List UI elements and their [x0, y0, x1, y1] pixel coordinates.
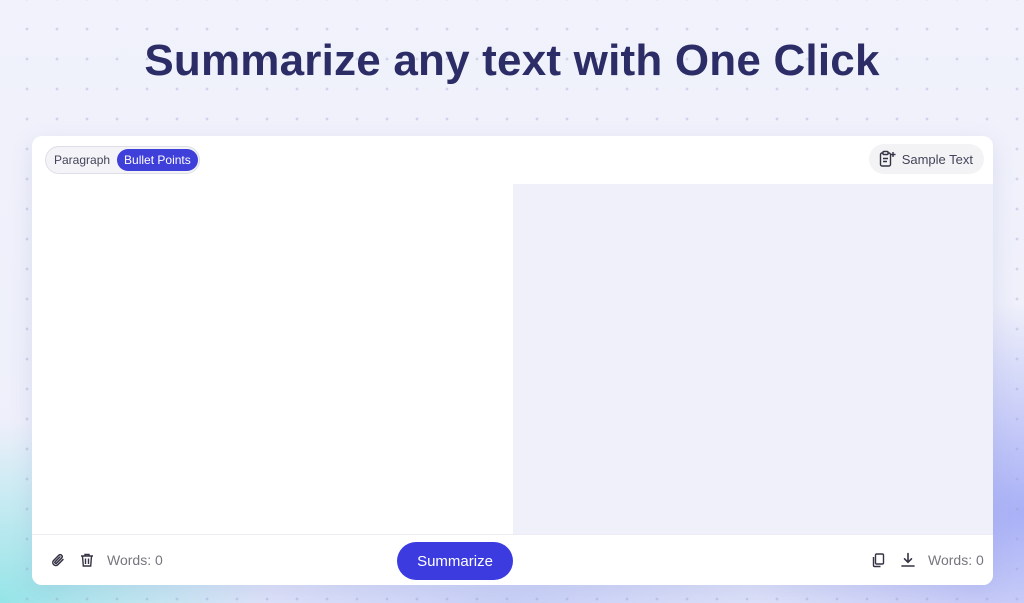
input-text-area[interactable] [32, 184, 513, 534]
copy-icon[interactable] [869, 551, 887, 569]
summarizer-card: Paragraph Bullet Points Sample Text Word… [32, 136, 993, 585]
input-word-count: Words: 0 [107, 552, 163, 568]
mode-option-paragraph[interactable]: Paragraph [47, 149, 117, 171]
output-summary-area [513, 184, 993, 534]
trash-icon[interactable] [78, 551, 96, 569]
mode-toggle: Paragraph Bullet Points [45, 146, 200, 174]
sample-text-button[interactable]: Sample Text [868, 144, 984, 174]
page-title: Summarize any text with One Click [144, 36, 880, 85]
paperclip-icon[interactable] [49, 551, 67, 569]
mode-option-bullet-points[interactable]: Bullet Points [117, 149, 198, 171]
bottom-toolbar: Words: 0 Summarize Words: 0 [32, 534, 993, 585]
sample-text-label: Sample Text [901, 151, 973, 167]
summarize-button[interactable]: Summarize [397, 542, 513, 580]
output-word-count: Words: 0 [928, 552, 984, 568]
download-icon[interactable] [899, 551, 917, 569]
clipboard-plus-icon [878, 150, 896, 168]
